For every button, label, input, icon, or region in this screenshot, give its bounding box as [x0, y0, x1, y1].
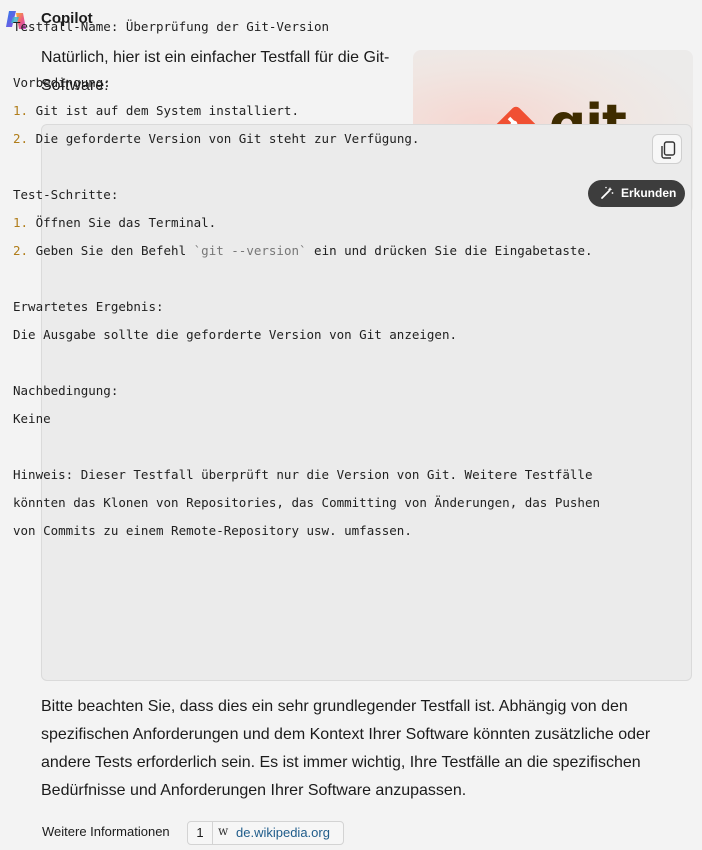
code-line-text: Öffnen Sie das Terminal.	[28, 215, 217, 230]
list-number: 1.	[13, 215, 29, 230]
code-line-text: Erwartetes Ergebnis:	[13, 299, 164, 314]
code-line: 1. Öffnen Sie das Terminal.	[13, 209, 600, 237]
code-line: 1. Git ist auf dem System installiert.	[13, 97, 600, 125]
code-line-text: Die Ausgabe sollte die geforderte Versio…	[13, 327, 458, 342]
code-line: könnten das Klonen von Repositories, das…	[13, 489, 600, 517]
source-link-wikipedia[interactable]: 1 w de.wikipedia.org	[187, 821, 344, 845]
magic-wand-icon	[601, 186, 614, 199]
more-info-label: Weitere Informationen	[42, 824, 170, 839]
code-line-text: könnten das Klonen von Repositories, das…	[13, 495, 600, 510]
code-line-text: Geben Sie den Befehl	[28, 243, 194, 258]
code-line: Erwartetes Ergebnis:	[13, 293, 600, 321]
code-line-text: Die geforderte Version von Git steht zur…	[28, 131, 420, 146]
code-line: Testfall-Name: Überprüfung der Git-Versi…	[13, 13, 600, 41]
explore-label: Erkunden	[621, 186, 677, 200]
source-number: 1	[188, 822, 213, 844]
wikipedia-icon: w	[218, 824, 229, 838]
code-line-text: Hinweis: Dieser Testfall überprüft nur d…	[13, 467, 593, 482]
code-line-text: Test-Schritte:	[13, 187, 119, 202]
code-line: von Commits zu einem Remote-Repository u…	[13, 517, 600, 545]
copy-code-button[interactable]	[652, 134, 682, 164]
code-line-text: Git ist auf dem System installiert.	[28, 103, 299, 118]
code-line: 2. Geben Sie den Befehl `git --version` …	[13, 237, 600, 265]
code-line: Nachbedingung:	[13, 377, 600, 405]
code-line-text: ein und drücken Sie die Eingabetaste.	[306, 243, 593, 258]
code-line-text: von Commits zu einem Remote-Repository u…	[13, 523, 412, 538]
list-number: 2.	[13, 243, 29, 258]
code-line: 2. Die geforderte Version von Git steht …	[13, 125, 600, 153]
code-content: Testfall-Name: Überprüfung der Git-Versi…	[13, 13, 600, 545]
code-line-text: Nachbedingung:	[13, 383, 119, 398]
outro-text: Bitte beachten Sie, dass dies ein sehr g…	[41, 698, 651, 799]
source-domain: de.wikipedia.org	[236, 825, 330, 840]
list-number: 1.	[13, 103, 29, 118]
code-line: Keine	[13, 405, 600, 433]
inline-code: `git --version`	[193, 243, 307, 258]
explore-button[interactable]: Erkunden	[588, 180, 685, 207]
code-line: Hinweis: Dieser Testfall überprüft nur d…	[13, 461, 600, 489]
code-line: Vorbedingung:	[13, 69, 600, 97]
code-line: Test-Schritte:	[13, 181, 600, 209]
copy-icon	[661, 141, 676, 159]
code-line-text: Vorbedingung:	[13, 75, 111, 90]
code-line-text: Testfall-Name: Überprüfung der Git-Versi…	[13, 19, 330, 34]
code-line-text: Keine	[13, 411, 51, 426]
code-line: Die Ausgabe sollte die geforderte Versio…	[13, 321, 600, 349]
list-number: 2.	[13, 131, 29, 146]
